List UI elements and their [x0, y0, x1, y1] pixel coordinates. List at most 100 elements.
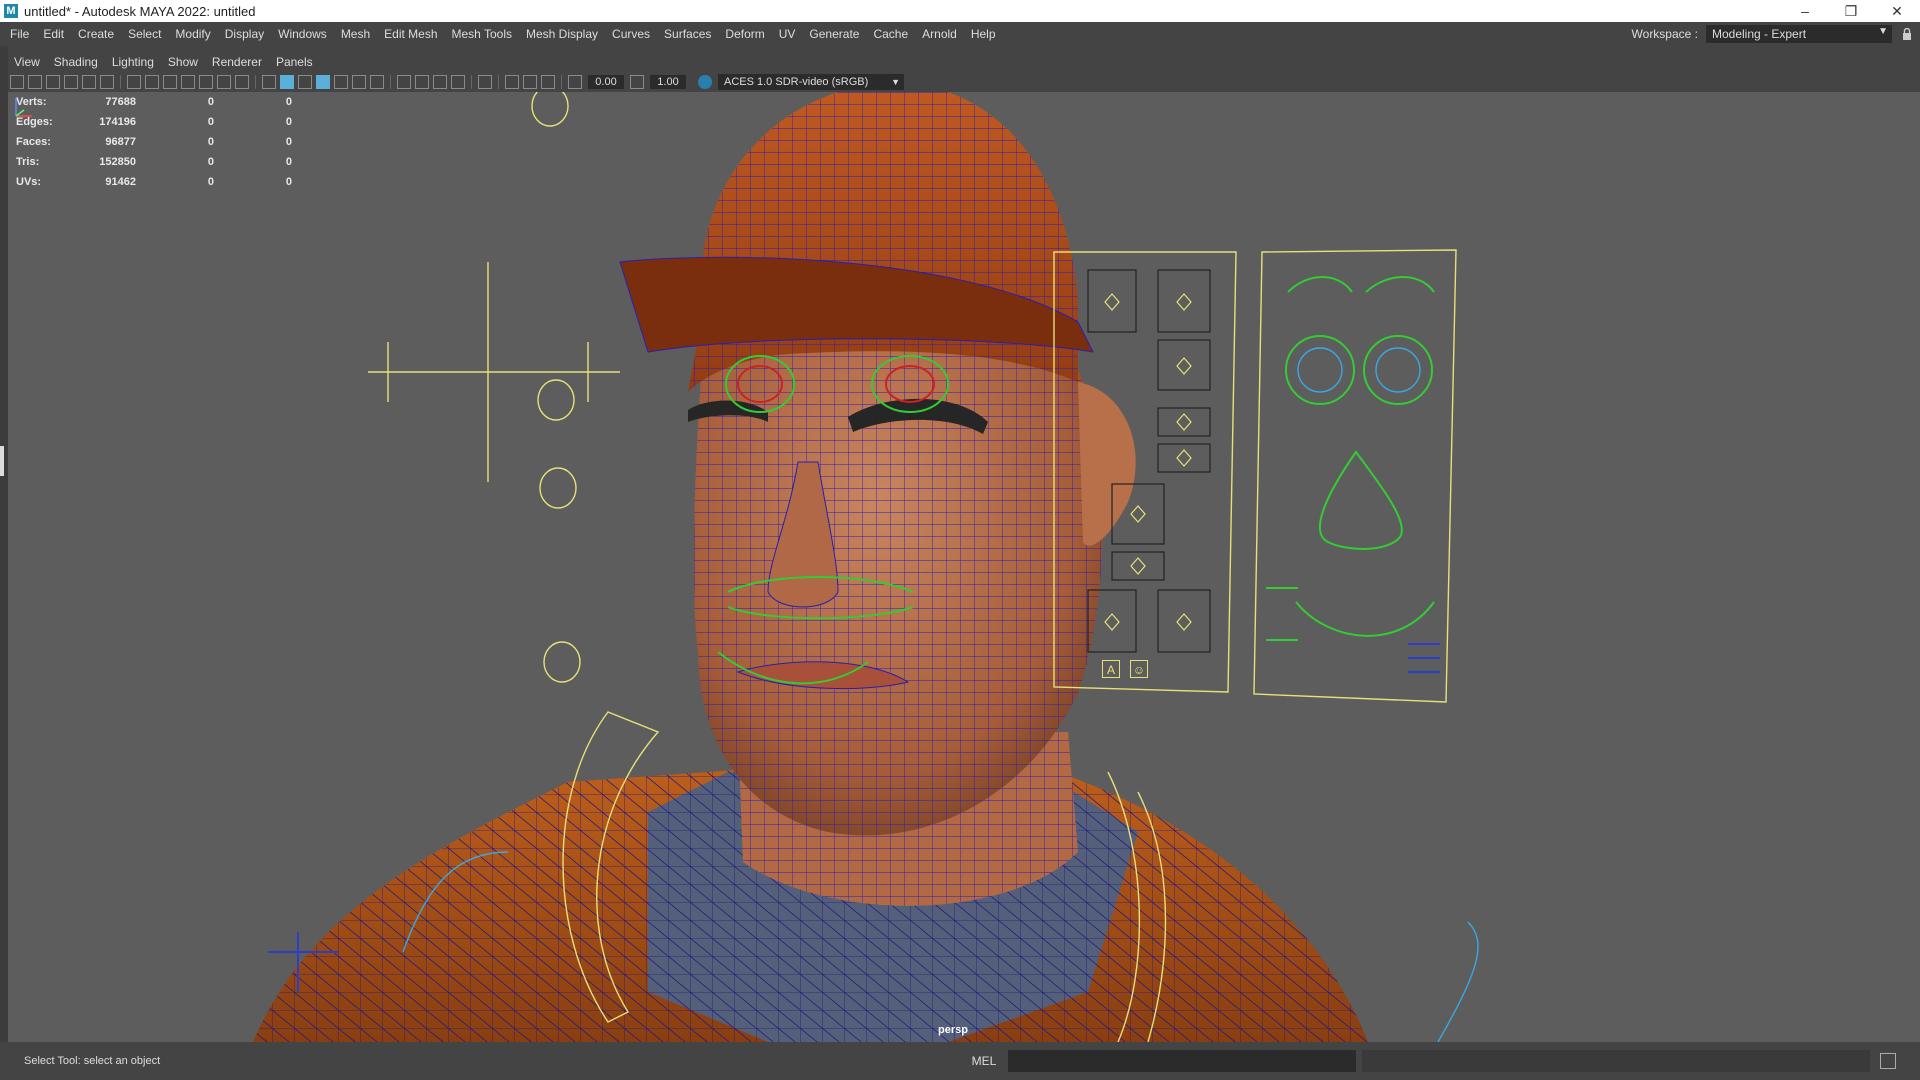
hud-component: 0: [285, 96, 292, 108]
workspace-value: Modeling - Expert: [1712, 27, 1807, 41]
chevron-down-icon: ▼: [1878, 26, 1888, 37]
xray-active-components-icon[interactable]: [523, 75, 537, 89]
view-transform-value: ACES 1.0 SDR-video (sRGB): [724, 76, 869, 88]
wireframe-icon[interactable]: [262, 75, 276, 89]
hud-value: 152850: [99, 156, 136, 168]
close-button[interactable]: ✕: [1874, 0, 1920, 22]
xray-joints-icon[interactable]: [505, 75, 519, 89]
picker-auto-icon[interactable]: A: [1102, 660, 1120, 678]
menu-surfaces[interactable]: Surfaces: [657, 22, 718, 46]
command-line-input[interactable]: [1008, 1050, 1356, 1072]
hud-component: 0: [285, 136, 292, 148]
hud-value: 174196: [99, 116, 136, 128]
panel-menu-view[interactable]: View: [8, 52, 48, 72]
color-management-icon[interactable]: [698, 75, 712, 89]
minimize-button[interactable]: –: [1782, 0, 1828, 22]
exposure-field[interactable]: 0.00: [588, 75, 624, 89]
exposure-icon[interactable]: [568, 75, 582, 89]
menu-file[interactable]: File: [0, 22, 36, 46]
script-language-toggle[interactable]: MEL: [964, 1054, 1004, 1068]
menu-curves[interactable]: Curves: [605, 22, 657, 46]
camera-attributes-icon[interactable]: [28, 75, 42, 89]
menu-uv[interactable]: UV: [772, 22, 803, 46]
isolate-select-icon[interactable]: [478, 75, 492, 89]
status-bar: Select Tool: select an object MEL: [0, 1042, 1920, 1080]
hud-selected: 0: [207, 156, 214, 168]
motion-blur-icon[interactable]: [415, 75, 429, 89]
hud-selected: 0: [207, 116, 214, 128]
panel-menu-show[interactable]: Show: [162, 52, 206, 72]
menu-mesh-tools[interactable]: Mesh Tools: [445, 22, 519, 46]
viewport-persp[interactable]: A ☺ Verts: 77688 0 0 Edges: 174196 0 0 F…: [8, 92, 1920, 1042]
grease-pencil-icon[interactable]: [100, 75, 114, 89]
hud-component: 0: [285, 176, 292, 188]
image-plane-icon[interactable]: [64, 75, 78, 89]
menu-cache[interactable]: Cache: [866, 22, 915, 46]
select-camera-icon[interactable]: [10, 75, 24, 89]
two-d-pan-icon[interactable]: [82, 75, 96, 89]
view-axis-gizmo-icon: [15, 98, 32, 117]
hud-selected: 0: [207, 136, 214, 148]
workspace-dropdown[interactable]: Modeling - Expert ▼: [1706, 25, 1892, 43]
hud-component: 0: [285, 116, 292, 128]
panel-menu-renderer[interactable]: Renderer: [206, 52, 270, 72]
menu-deform[interactable]: Deform: [718, 22, 771, 46]
menu-create[interactable]: Create: [71, 22, 121, 46]
toolbar-separator: [498, 75, 499, 89]
gate-mask-icon[interactable]: [181, 75, 195, 89]
resolution-gate-icon[interactable]: [163, 75, 177, 89]
field-chart-icon[interactable]: [199, 75, 213, 89]
toolbar-separator: [561, 75, 562, 89]
poly-count-hud: Verts: 77688 0 0 Edges: 174196 0 0 Faces…: [16, 92, 292, 192]
menu-edit-mesh[interactable]: Edit Mesh: [377, 22, 444, 46]
depth-of-field-icon[interactable]: [451, 75, 465, 89]
toolbox-collapse-handle[interactable]: [0, 446, 4, 476]
window-controls: – ❐ ✕: [1782, 0, 1920, 22]
lock-icon[interactable]: [1902, 28, 1912, 40]
menu-mesh[interactable]: Mesh: [334, 22, 377, 46]
anti-aliasing-icon[interactable]: [433, 75, 447, 89]
grid-icon[interactable]: [127, 75, 141, 89]
wireframe-on-shaded-icon[interactable]: [316, 75, 330, 89]
window-title: untitled* - Autodesk MAYA 2022: untitled: [24, 3, 256, 19]
menu-generate[interactable]: Generate: [802, 22, 866, 46]
help-line: Select Tool: select an object: [24, 1055, 161, 1067]
facial-picker-panel-right[interactable]: [1253, 249, 1457, 703]
use-all-lights-icon[interactable]: [352, 75, 366, 89]
screen-space-ao-icon[interactable]: [397, 75, 411, 89]
menu-edit[interactable]: Edit: [36, 22, 71, 46]
camera-name-label: persp: [938, 1024, 968, 1036]
character-helmet[interactable]: [619, 92, 1094, 392]
backface-culling-icon[interactable]: [541, 75, 555, 89]
gamma-field[interactable]: 1.00: [650, 75, 686, 89]
view-transform-dropdown[interactable]: ACES 1.0 SDR-video (sRGB) ▼: [718, 74, 904, 90]
safe-action-icon[interactable]: [217, 75, 231, 89]
menu-mesh-display[interactable]: Mesh Display: [519, 22, 605, 46]
menu-select[interactable]: Select: [121, 22, 168, 46]
panel-menu-panels[interactable]: Panels: [270, 52, 321, 72]
menu-arnold[interactable]: Arnold: [915, 22, 964, 46]
toolbar-separator: [120, 75, 121, 89]
menu-help[interactable]: Help: [964, 22, 1003, 46]
gamma-icon[interactable]: [630, 75, 644, 89]
default-material-icon[interactable]: [298, 75, 312, 89]
xray-icon[interactable]: [334, 75, 348, 89]
shadows-icon[interactable]: [370, 75, 384, 89]
panel-menu-shading[interactable]: Shading: [48, 52, 106, 72]
bookmark-icon[interactable]: [46, 75, 60, 89]
script-editor-icon[interactable]: [1880, 1053, 1896, 1069]
hud-label: Tris:: [16, 156, 40, 168]
safe-title-icon[interactable]: [235, 75, 249, 89]
chevron-down-icon: ▼: [891, 77, 900, 87]
maya-logo-icon: M: [4, 4, 18, 18]
menu-modify[interactable]: Modify: [168, 22, 217, 46]
picker-smile-icon[interactable]: ☺: [1130, 660, 1148, 678]
menu-windows[interactable]: Windows: [271, 22, 334, 46]
panel-menu-lighting[interactable]: Lighting: [106, 52, 162, 72]
film-gate-icon[interactable]: [145, 75, 159, 89]
hud-row-uvs: UVs: 91462 0 0: [16, 172, 292, 192]
smooth-shade-icon[interactable]: [280, 75, 294, 89]
restore-button[interactable]: ❐: [1828, 0, 1874, 22]
menu-display[interactable]: Display: [218, 22, 271, 46]
hud-row-edges: Edges: 174196 0 0: [16, 112, 292, 132]
